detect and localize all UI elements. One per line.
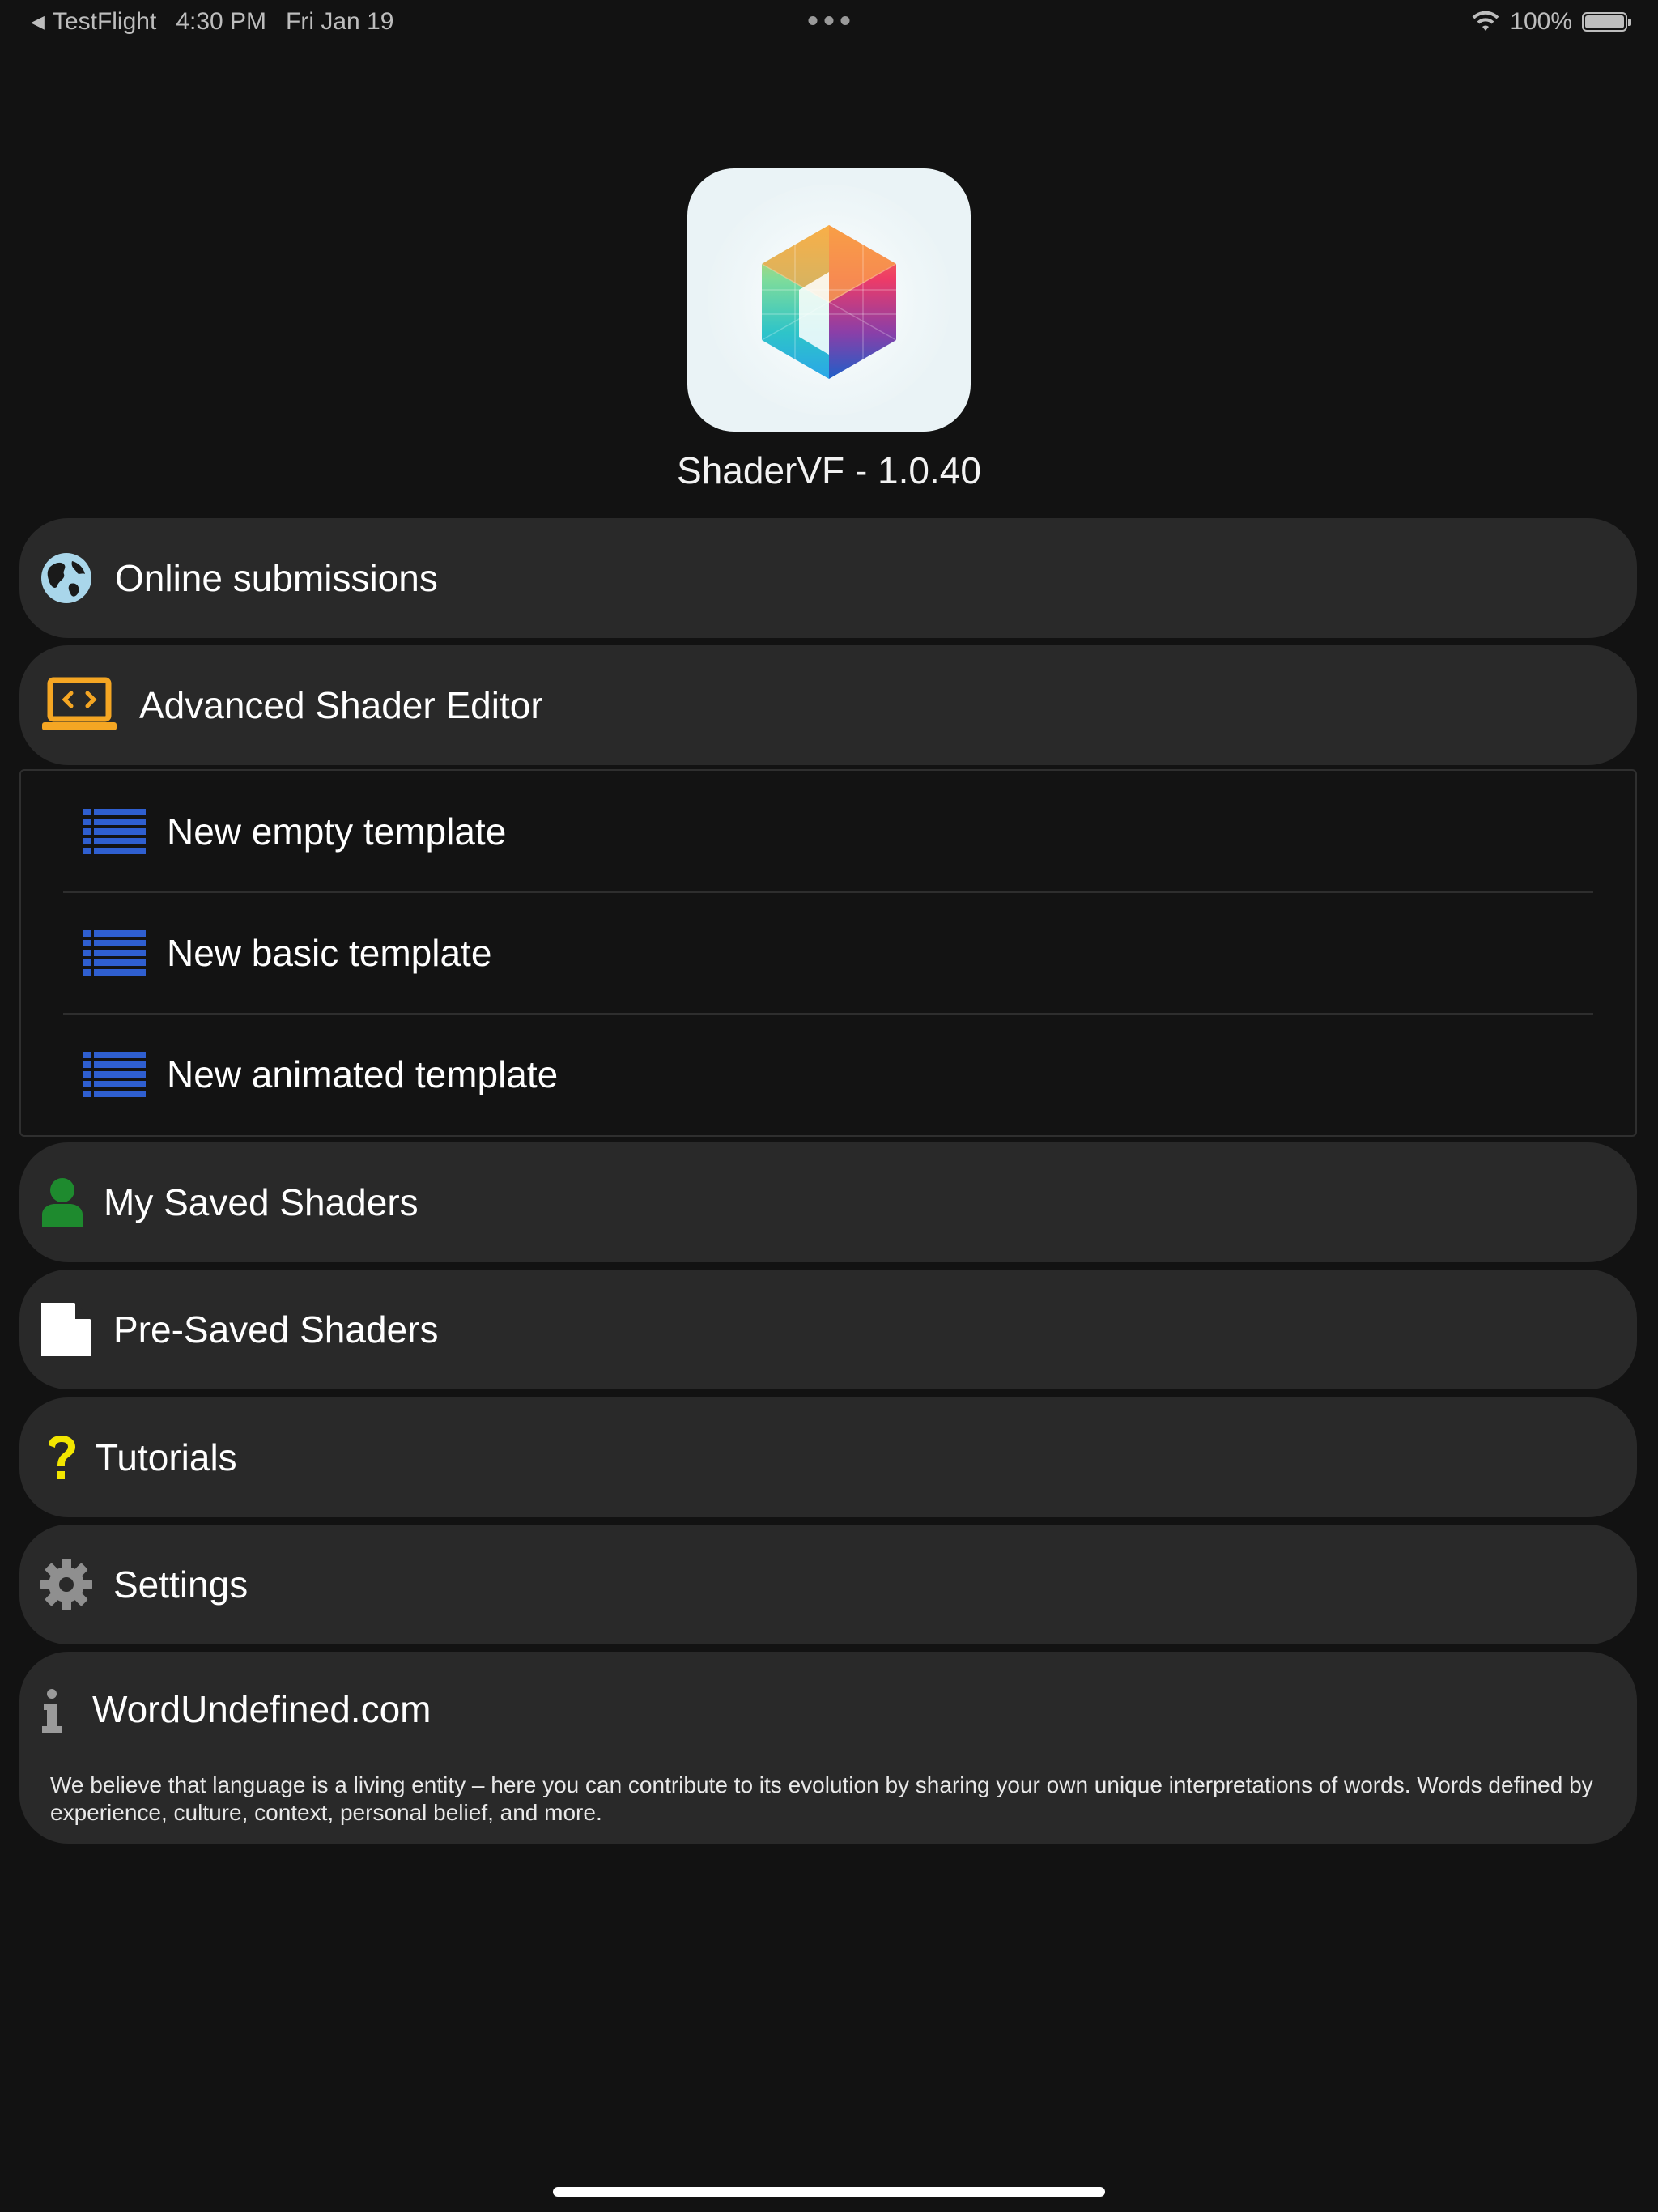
- advanced-shader-editor-button[interactable]: Advanced Shader Editor: [19, 645, 1637, 765]
- battery-percent: 100%: [1510, 8, 1572, 35]
- new-empty-template-item[interactable]: New empty template: [21, 771, 1635, 892]
- app-logo: [687, 168, 971, 432]
- laptop-code-icon: [40, 677, 118, 734]
- worldundefined-info-card[interactable]: WordUndefined.com We believe that langua…: [19, 1652, 1637, 1844]
- list-icon: [83, 809, 146, 854]
- tutorials-label: Tutorials: [96, 1436, 237, 1478]
- question-icon: [44, 1431, 79, 1484]
- new-empty-template-label: New empty template: [167, 810, 507, 853]
- globe-icon: [39, 551, 94, 606]
- list-icon: [83, 1052, 146, 1097]
- hexagon-logo-icon: [761, 225, 897, 379]
- pre-saved-shaders-button[interactable]: Pre-Saved Shaders: [19, 1270, 1637, 1389]
- my-saved-shaders-button[interactable]: My Saved Shaders: [19, 1142, 1637, 1262]
- status-left: ◀ TestFlight 4:30 PM Fri Jan 19: [31, 8, 393, 36]
- my-saved-shaders-label: My Saved Shaders: [104, 1181, 419, 1223]
- back-arrow-icon[interactable]: ◀: [31, 11, 45, 32]
- settings-button[interactable]: Settings: [19, 1525, 1637, 1644]
- pre-saved-shaders-label: Pre-Saved Shaders: [113, 1308, 439, 1351]
- list-icon: [83, 930, 146, 976]
- wifi-icon: [1472, 11, 1499, 31]
- new-animated-template-label: New animated template: [167, 1053, 559, 1095]
- tutorials-button[interactable]: Tutorials: [19, 1397, 1637, 1517]
- template-submenu: New empty template New basic template Ne…: [19, 769, 1637, 1137]
- status-time: 4:30 PM: [176, 8, 267, 35]
- home-indicator[interactable]: [553, 2187, 1105, 2197]
- battery-icon: [1582, 12, 1631, 32]
- online-submissions-button[interactable]: Online submissions: [19, 518, 1637, 638]
- settings-label: Settings: [113, 1563, 249, 1606]
- advanced-shader-editor-label: Advanced Shader Editor: [139, 684, 543, 726]
- gear-icon: [39, 1557, 94, 1612]
- new-basic-template-label: New basic template: [167, 932, 492, 974]
- new-animated-template-item[interactable]: New animated template: [21, 1014, 1635, 1135]
- back-app-label[interactable]: TestFlight: [53, 8, 156, 36]
- status-date: Fri Jan 19: [286, 8, 394, 35]
- info-description: We believe that language is a living ent…: [50, 1772, 1593, 1825]
- new-basic-template-item[interactable]: New basic template: [21, 892, 1635, 1014]
- document-icon: [39, 1301, 94, 1358]
- app-title: ShaderVF - 1.0.40: [677, 449, 981, 491]
- status-right: 100%: [1471, 8, 1631, 36]
- info-icon: [42, 1689, 62, 1733]
- status-bar: ◀ TestFlight 4:30 PM Fri Jan 19 100%: [0, 0, 1658, 44]
- person-icon: [40, 1177, 84, 1227]
- online-submissions-label: Online submissions: [115, 557, 438, 599]
- multitasking-dots-icon[interactable]: [808, 6, 850, 25]
- info-title[interactable]: WordUndefined.com: [92, 1687, 431, 1731]
